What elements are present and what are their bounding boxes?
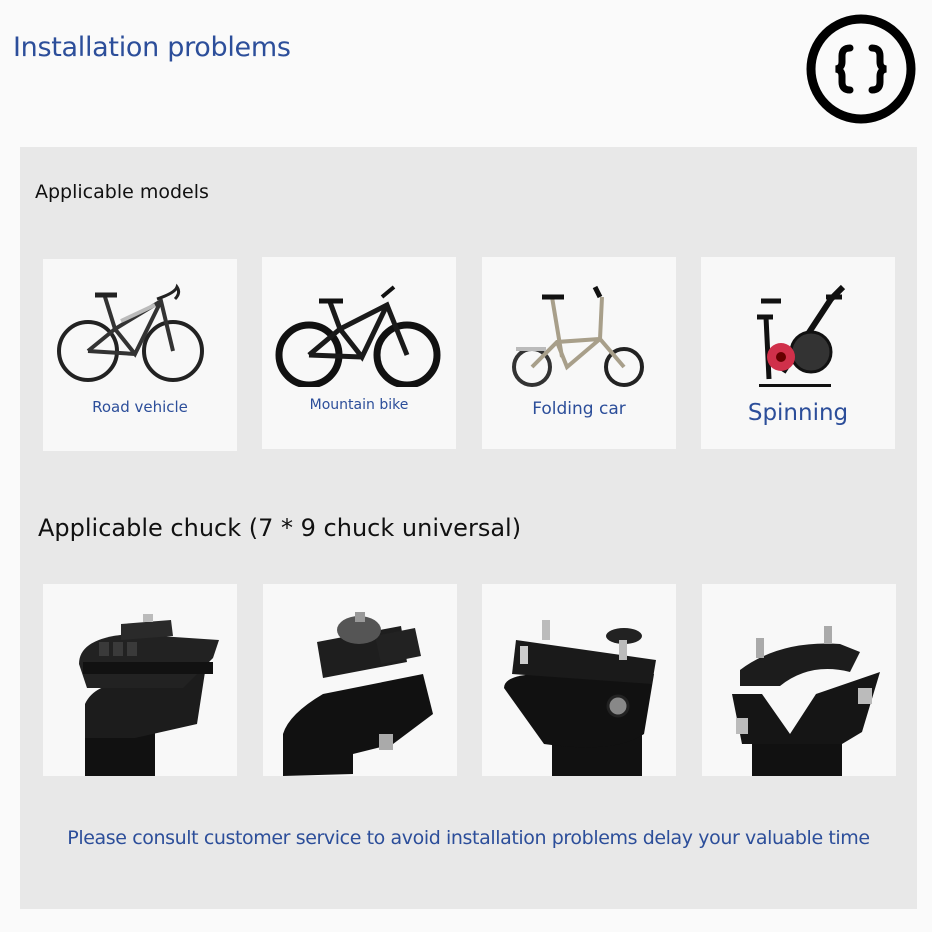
seatpost-clamp-image-1: [79, 614, 219, 776]
mountain-bike-image: [275, 285, 441, 387]
model-card-folding: Folding car: [482, 257, 676, 449]
model-card-mountain: Mountain bike: [262, 257, 456, 449]
chuck-section-title: Applicable chuck (7 * 9 chuck universal): [38, 514, 522, 542]
model-label-mountain: Mountain bike: [309, 397, 409, 413]
curly-braces-circle-icon: [806, 14, 916, 124]
seatpost-clamp-image-2: [283, 612, 433, 776]
chuck-card-1: [43, 584, 237, 776]
page-title: Installation problems: [13, 32, 291, 63]
model-label-spinning: Spinning: [747, 400, 849, 426]
chuck-card-4: [702, 584, 896, 776]
model-card-road: Road vehicle: [43, 259, 237, 451]
seatpost-clamp-image-4: [732, 626, 880, 776]
chuck-card-3: [482, 584, 676, 776]
spin-bike-image: [757, 284, 846, 387]
model-label-folding: Folding car: [532, 399, 626, 419]
road-bike-image: [57, 283, 204, 382]
seatpost-clamp-image-3: [504, 620, 656, 776]
notice-text: Please consult customer service to avoid…: [67, 827, 870, 849]
model-card-spinning: Spinning: [701, 257, 895, 449]
models-section-title: Applicable models: [35, 181, 209, 203]
model-label-road: Road vehicle: [92, 398, 188, 416]
folding-bike-image: [512, 285, 644, 387]
chuck-card-2: [263, 584, 457, 776]
content-panel: Applicable models Road vehicle Mountain …: [20, 147, 917, 909]
